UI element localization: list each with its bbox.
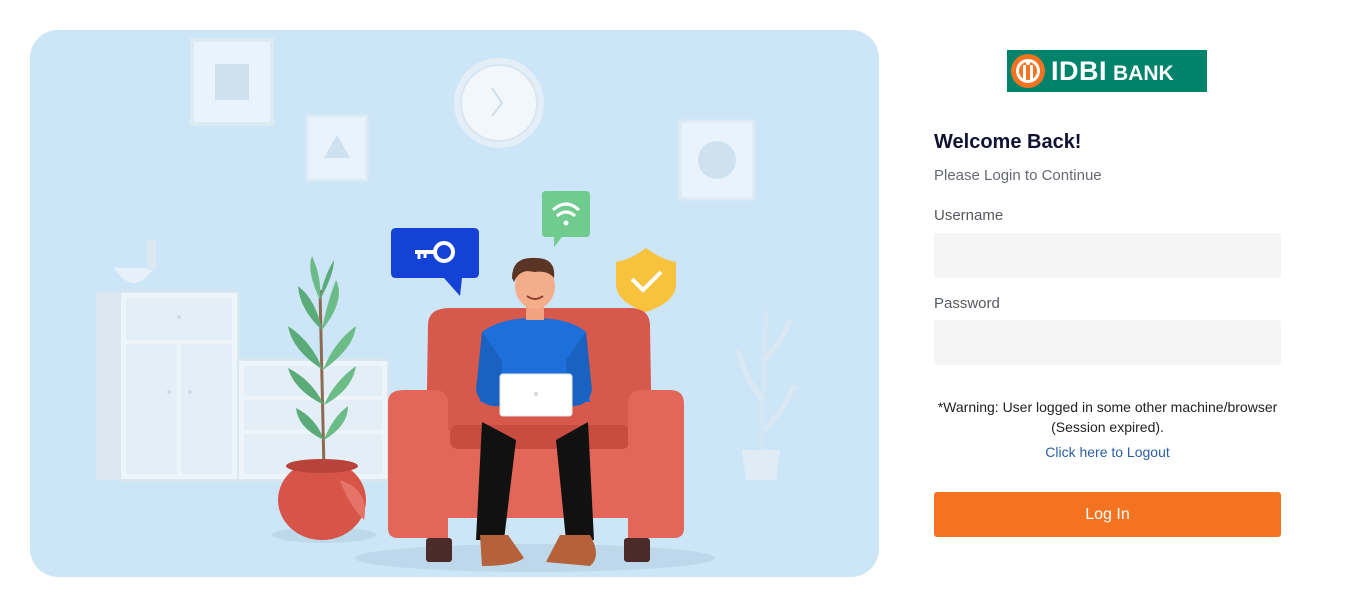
password-label: Password xyxy=(934,295,1000,312)
logo-word-idbi: IDBI xyxy=(1051,55,1107,86)
idbi-bank-logo: IDBI BANK xyxy=(1007,50,1207,92)
logo-word-bank: BANK xyxy=(1113,61,1174,85)
wifi-icon xyxy=(542,191,590,247)
username-input[interactable] xyxy=(934,233,1281,278)
login-subtitle: Please Login to Continue xyxy=(934,167,1102,184)
key-icon xyxy=(391,228,479,296)
shield-check-icon xyxy=(616,248,676,312)
clock-icon xyxy=(454,58,544,148)
decor-plant-right xyxy=(735,309,797,480)
login-panel: IDBI BANK Welcome Back! Please Login to … xyxy=(934,0,1281,607)
session-warning: *Warning: User logged in some other mach… xyxy=(934,397,1281,437)
wall-frame-triangle xyxy=(305,114,369,182)
username-label: Username xyxy=(934,207,1004,224)
logout-link[interactable]: Click here to Logout xyxy=(934,444,1281,460)
welcome-heading: Welcome Back! xyxy=(934,131,1082,153)
login-illustration xyxy=(30,30,879,577)
cabinet xyxy=(96,240,389,481)
password-input[interactable] xyxy=(934,320,1281,365)
session-warning-line2: (Session expired). xyxy=(1051,419,1164,435)
wall-frame-circle xyxy=(678,119,756,201)
login-button[interactable]: Log In xyxy=(934,492,1281,537)
session-warning-line1: *Warning: User logged in some other mach… xyxy=(937,399,1278,415)
logo-mark-icon xyxy=(1007,50,1049,92)
wall-frame-square xyxy=(190,38,274,126)
laptop-icon xyxy=(499,373,573,417)
